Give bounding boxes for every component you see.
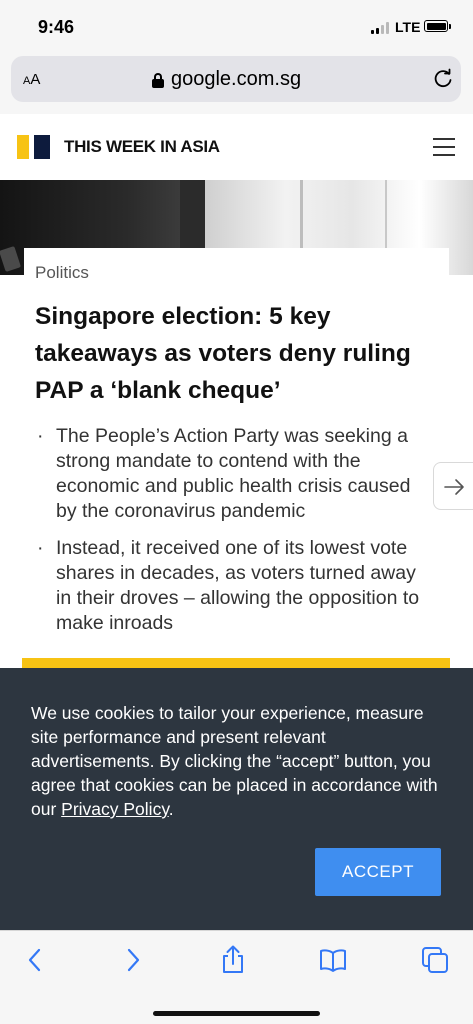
article-category[interactable]: Politics: [35, 263, 89, 283]
article-summary-list: · The People’s Action Party was seeking a…: [35, 424, 425, 648]
arrow-right-icon: [444, 479, 464, 495]
battery-nub: [449, 24, 451, 29]
hamburger-menu-icon[interactable]: [433, 138, 455, 156]
url-domain[interactable]: google.com.sg: [171, 68, 301, 91]
cookie-banner: We use cookies to tailor your experience…: [0, 668, 473, 930]
site-header: THIS WEEK IN ASIA: [0, 114, 473, 181]
status-time: 9:46: [38, 17, 75, 37]
bookmarks-icon[interactable]: [318, 945, 348, 975]
browser-toolbar: [0, 930, 473, 1024]
list-item: · The People’s Action Party was seeking a…: [35, 424, 425, 524]
summary-text: The People’s Action Party was seeking a …: [56, 425, 411, 522]
next-article-button[interactable]: [433, 462, 473, 510]
signal-strength-icon: [371, 22, 391, 34]
share-icon[interactable]: [218, 945, 248, 975]
article-card[interactable]: Politics Singapore election: 5 key takea…: [24, 248, 449, 658]
lock-icon: [152, 73, 164, 88]
tabs-icon[interactable]: [420, 945, 450, 975]
back-icon[interactable]: [20, 945, 50, 975]
bullet-glyph: ·: [37, 537, 44, 559]
site-logo-yellow-bar[interactable]: [17, 135, 29, 159]
battery-icon: [424, 20, 448, 32]
article-headline[interactable]: Singapore election: 5 key takeaways as v…: [35, 298, 445, 409]
cookie-message-end: .: [168, 799, 174, 819]
cookie-message: We use cookies to tailor your experience…: [31, 701, 451, 821]
site-logo-navy-bar[interactable]: [34, 135, 50, 159]
accept-button[interactable]: ACCEPT: [315, 848, 441, 896]
forward-icon[interactable]: [118, 945, 148, 975]
status-bar: 9:46 LTE: [0, 0, 473, 52]
text-size-large-label: A: [30, 71, 41, 88]
bullet-glyph: ·: [37, 425, 44, 447]
home-indicator: [153, 1011, 320, 1016]
list-item: · Instead, it received one of its lowest …: [35, 536, 425, 636]
address-bar[interactable]: AA google.com.sg: [11, 56, 461, 102]
text-size-button[interactable]: AA: [23, 71, 40, 88]
privacy-policy-link[interactable]: Privacy Policy: [61, 799, 169, 819]
browser-address-area: AA google.com.sg: [0, 52, 473, 114]
site-title[interactable]: THIS WEEK IN ASIA: [64, 137, 220, 157]
network-type: LTE: [395, 19, 421, 35]
reload-icon[interactable]: [432, 68, 454, 90]
summary-text: Instead, it received one of its lowest v…: [56, 537, 420, 634]
